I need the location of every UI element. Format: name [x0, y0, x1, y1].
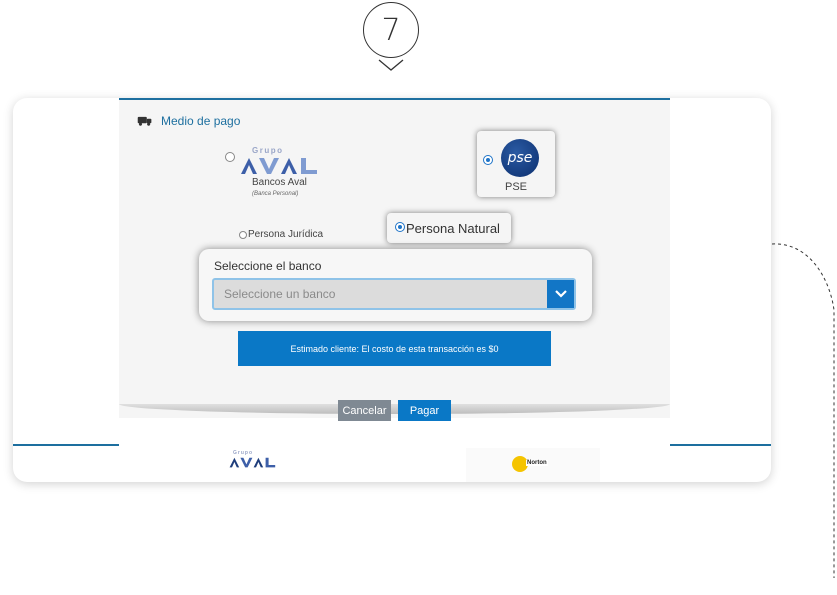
tutorial-step-screen: 7 Medio de pago Grupo Bancos Aval (Banca… — [0, 0, 837, 595]
aval-sublabel: (Banca Personal) — [252, 191, 299, 197]
aval-radio[interactable] — [225, 152, 235, 162]
persona-juridica-radio[interactable] — [239, 230, 247, 239]
step-number: 7 — [381, 12, 401, 48]
cost-notice: Estimado cliente: El costo de esta trans… — [238, 331, 551, 366]
payment-panel: Medio de pago Grupo Bancos Aval (Banca P… — [119, 98, 670, 418]
cancel-button[interactable]: Cancelar — [338, 400, 391, 421]
persona-juridica-label: Persona Jurídica — [248, 229, 324, 240]
payment-method-label: Medio de pago — [161, 114, 241, 128]
pse-option[interactable]: pse PSE — [477, 131, 555, 197]
footer-divider-right — [670, 444, 771, 446]
footer-divider-left — [13, 444, 119, 446]
norton-label: Norton — [526, 460, 548, 466]
aval-logo — [241, 158, 317, 174]
payment-card: Medio de pago Grupo Bancos Aval (Banca P… — [13, 98, 771, 482]
pse-radio[interactable] — [483, 155, 493, 165]
step-number-badge: 7 — [363, 2, 419, 58]
bank-select-title: Seleccione el banco — [214, 259, 322, 273]
chevron-down-icon — [378, 59, 404, 71]
pay-button[interactable]: Pagar — [398, 400, 451, 421]
pse-logo-text: pse — [507, 150, 533, 166]
persona-juridica-option[interactable]: Persona Jurídica — [239, 229, 323, 240]
truck-icon — [137, 116, 152, 126]
payment-method-header: Medio de pago — [137, 114, 240, 128]
bank-select-placeholder: Seleccione un banco — [224, 287, 336, 301]
persona-natural-radio[interactable] — [395, 222, 405, 232]
pse-label: PSE — [504, 181, 527, 193]
footer-aval-logo — [229, 457, 276, 468]
bank-select[interactable]: Seleccione un banco — [212, 278, 576, 310]
aval-label: Bancos Aval — [252, 177, 307, 188]
pse-logo: pse — [501, 139, 539, 177]
bank-select-group: Seleccione el banco Seleccione un banco — [199, 249, 592, 321]
aval-grupo-text: Grupo — [252, 146, 284, 155]
dashed-connector — [771, 243, 835, 578]
persona-natural-label: Persona Natural — [406, 221, 500, 236]
chevron-down-icon — [554, 290, 567, 298]
persona-natural-option[interactable]: Persona Natural — [387, 213, 511, 243]
norton-seal: Norton — [466, 448, 600, 482]
bank-select-toggle[interactable] — [547, 280, 574, 308]
